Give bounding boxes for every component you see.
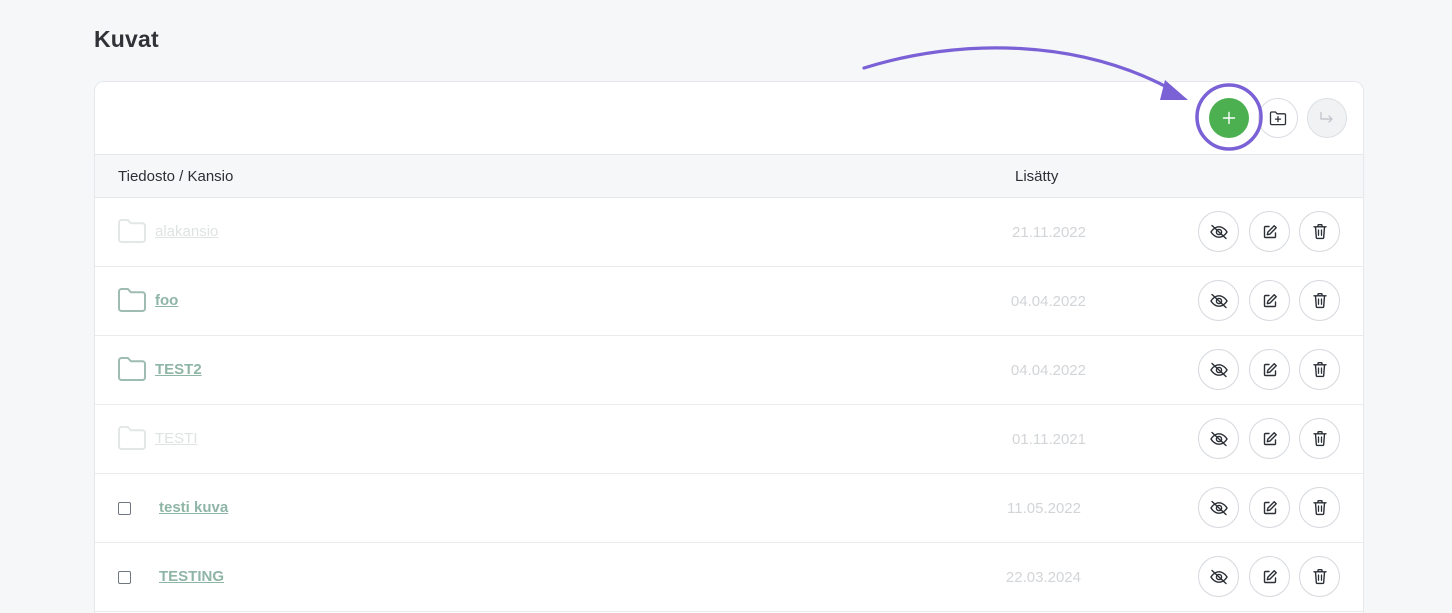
item-date: 11.05.2022 (1007, 500, 1081, 517)
folder-icon (118, 426, 146, 450)
hide-button[interactable] (1198, 211, 1239, 252)
delete-button[interactable] (1299, 211, 1340, 252)
page-title: Kuvat (94, 26, 159, 52)
item-name-link[interactable]: TEST2 (155, 361, 202, 378)
table-row[interactable]: TEST2 04.04.2022 (95, 336, 1363, 405)
table-row[interactable]: testi kuva 11.05.2022 (95, 474, 1363, 543)
trash-icon (1312, 569, 1327, 585)
page: Kuvat Tiedosto / Kansio Lisätty alakansi… (0, 0, 1452, 613)
trash-icon (1312, 224, 1327, 240)
table-header: Tiedosto / Kansio Lisätty (95, 154, 1363, 198)
table-row[interactable]: alakansio 21.11.2022 (95, 198, 1363, 267)
move-button[interactable] (1307, 98, 1347, 138)
hide-button[interactable] (1198, 418, 1239, 459)
folder-plus-icon (1269, 111, 1287, 126)
item-date: 01.11.2021 (1012, 431, 1086, 448)
row-checkbox[interactable] (118, 502, 131, 515)
eye-off-icon (1209, 569, 1228, 584)
trash-icon (1312, 362, 1327, 378)
folder-icon (118, 219, 146, 243)
edit-button[interactable] (1249, 211, 1290, 252)
eye-off-icon (1209, 362, 1228, 377)
edit-icon (1263, 362, 1277, 376)
trash-icon (1312, 293, 1327, 309)
edit-icon (1263, 500, 1277, 514)
file-manager-card: Tiedosto / Kansio Lisätty alakansio 21.11… (94, 81, 1364, 613)
row-checkbox[interactable] (118, 571, 131, 584)
folder-icon (118, 357, 146, 381)
column-header-name[interactable]: Tiedosto / Kansio (118, 168, 233, 185)
item-name-link[interactable]: TESTI (155, 430, 198, 447)
item-date: 21.11.2022 (1012, 224, 1086, 241)
edit-button[interactable] (1249, 487, 1290, 528)
edit-icon (1263, 224, 1277, 238)
edit-icon (1263, 569, 1277, 583)
item-name-link[interactable]: alakansio (155, 223, 218, 240)
item-name-link[interactable]: testi kuva (159, 499, 228, 516)
delete-button[interactable] (1299, 418, 1340, 459)
folder-icon (118, 288, 146, 312)
eye-off-icon (1209, 293, 1228, 308)
table-row[interactable]: TESTI 01.11.2021 (95, 405, 1363, 474)
hide-button[interactable] (1198, 487, 1239, 528)
eye-off-icon (1209, 500, 1228, 515)
edit-icon (1263, 431, 1277, 445)
move-arrow-icon (1320, 111, 1333, 123)
plus-icon (1222, 111, 1236, 125)
toolbar (95, 82, 1363, 154)
delete-button[interactable] (1299, 556, 1340, 597)
edit-button[interactable] (1249, 349, 1290, 390)
hide-button[interactable] (1198, 556, 1239, 597)
item-name-link[interactable]: TESTING (159, 568, 224, 585)
eye-off-icon (1209, 224, 1228, 239)
edit-button[interactable] (1249, 556, 1290, 597)
item-date: 04.04.2022 (1010, 362, 1086, 379)
item-date: 04.04.2022 (1010, 293, 1086, 310)
table-row[interactable]: TESTING 22.03.2024 (95, 543, 1363, 612)
trash-icon (1312, 500, 1327, 516)
delete-button[interactable] (1299, 280, 1340, 321)
edit-button[interactable] (1249, 418, 1290, 459)
edit-icon (1263, 293, 1277, 307)
delete-button[interactable] (1299, 349, 1340, 390)
item-date: 22.03.2024 (1005, 569, 1081, 586)
delete-button[interactable] (1299, 487, 1340, 528)
hide-button[interactable] (1198, 349, 1239, 390)
table-row[interactable]: foo 04.04.2022 (95, 267, 1363, 336)
add-button[interactable] (1209, 98, 1249, 138)
item-name-link[interactable]: foo (155, 292, 178, 309)
new-folder-button[interactable] (1258, 98, 1298, 138)
column-header-added[interactable]: Lisätty (1015, 168, 1058, 185)
trash-icon (1312, 431, 1327, 447)
eye-off-icon (1209, 431, 1228, 446)
file-list: alakansio 21.11.2022 foo 04.04.2022 TEST2 04.… (95, 198, 1363, 612)
hide-button[interactable] (1198, 280, 1239, 321)
edit-button[interactable] (1249, 280, 1290, 321)
